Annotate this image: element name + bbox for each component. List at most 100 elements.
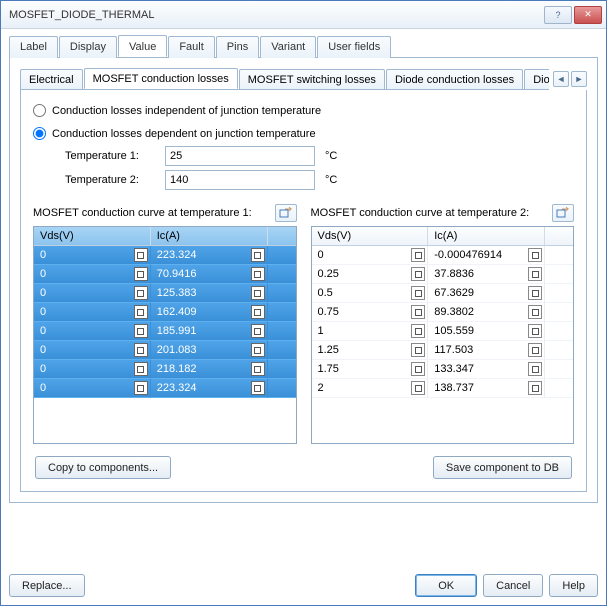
cell-vds[interactable]: 1.75 bbox=[312, 360, 429, 379]
cell-edit-icon[interactable] bbox=[411, 248, 425, 262]
cell-vds[interactable]: 1 bbox=[312, 322, 429, 341]
table-row[interactable]: 0125.383 bbox=[34, 284, 296, 303]
table-row[interactable]: 1105.559 bbox=[312, 322, 574, 341]
cell-ic[interactable]: 89.3802 bbox=[428, 303, 545, 322]
cell-vds[interactable]: 0 bbox=[34, 360, 151, 379]
cancel-button[interactable]: Cancel bbox=[483, 574, 543, 597]
outer-tab-pins[interactable]: Pins bbox=[216, 36, 259, 58]
column-vds[interactable]: Vds(V) bbox=[312, 227, 429, 245]
curve-left-grid[interactable]: Vds(V) Ic(A) 0223.324070.94160125.383016… bbox=[33, 226, 297, 444]
cell-vds[interactable]: 0 bbox=[34, 322, 151, 341]
cell-edit-icon[interactable] bbox=[251, 248, 265, 262]
cell-ic[interactable]: 37.8836 bbox=[428, 265, 545, 284]
cell-ic[interactable]: 70.9416 bbox=[151, 265, 268, 284]
radio-independent[interactable] bbox=[33, 104, 46, 117]
table-row[interactable]: 0223.324 bbox=[34, 379, 296, 398]
save-to-db-button[interactable]: Save component to DB bbox=[433, 456, 572, 479]
table-row[interactable]: 0223.324 bbox=[34, 246, 296, 265]
cell-vds[interactable]: 0 bbox=[34, 379, 151, 398]
inner-tab-diode-conduction-losses[interactable]: Diode conduction losses bbox=[386, 69, 523, 90]
cell-edit-icon[interactable] bbox=[134, 362, 148, 376]
table-row[interactable]: 0218.182 bbox=[34, 360, 296, 379]
temperature1-input[interactable] bbox=[165, 146, 315, 166]
help-button[interactable]: Help bbox=[549, 574, 598, 597]
cell-vds[interactable]: 1.25 bbox=[312, 341, 429, 360]
cell-edit-icon[interactable] bbox=[134, 267, 148, 281]
inner-tab-mosfet-switching-losses[interactable]: MOSFET switching losses bbox=[239, 69, 385, 90]
inner-tab-electrical[interactable]: Electrical bbox=[20, 69, 83, 90]
cell-edit-icon[interactable] bbox=[251, 286, 265, 300]
ok-button[interactable]: OK bbox=[415, 574, 477, 597]
cell-edit-icon[interactable] bbox=[411, 343, 425, 357]
cell-vds[interactable]: 0.5 bbox=[312, 284, 429, 303]
cell-edit-icon[interactable] bbox=[251, 343, 265, 357]
cell-edit-icon[interactable] bbox=[528, 362, 542, 376]
table-row[interactable]: 2138.737 bbox=[312, 379, 574, 398]
cell-vds[interactable]: 0.25 bbox=[312, 265, 429, 284]
cell-edit-icon[interactable] bbox=[411, 286, 425, 300]
cell-ic[interactable]: 138.737 bbox=[428, 379, 545, 398]
cell-vds[interactable]: 0 bbox=[34, 284, 151, 303]
table-row[interactable]: 1.75133.347 bbox=[312, 360, 574, 379]
cell-ic[interactable]: 223.324 bbox=[151, 379, 268, 398]
cell-ic[interactable]: 162.409 bbox=[151, 303, 268, 322]
cell-vds[interactable]: 0 bbox=[34, 265, 151, 284]
cell-edit-icon[interactable] bbox=[411, 362, 425, 376]
cell-edit-icon[interactable] bbox=[134, 286, 148, 300]
outer-tab-label[interactable]: Label bbox=[9, 36, 58, 58]
curve-right-grid[interactable]: Vds(V) Ic(A) 0-0.0004769140.2537.88360.5… bbox=[311, 226, 575, 444]
cell-edit-icon[interactable] bbox=[528, 343, 542, 357]
cell-ic[interactable]: 117.503 bbox=[428, 341, 545, 360]
help-titlebar-icon[interactable]: ? bbox=[544, 6, 572, 24]
table-row[interactable]: 0.7589.3802 bbox=[312, 303, 574, 322]
table-row[interactable]: 0.2537.8836 bbox=[312, 265, 574, 284]
cell-ic[interactable]: 223.324 bbox=[151, 246, 268, 265]
cell-ic[interactable]: 67.3629 bbox=[428, 284, 545, 303]
tab-scroll-left-icon[interactable]: ◄ bbox=[553, 71, 569, 87]
cell-vds[interactable]: 0 bbox=[34, 303, 151, 322]
outer-tab-variant[interactable]: Variant bbox=[260, 36, 316, 58]
tab-scroll-right-icon[interactable]: ► bbox=[571, 71, 587, 87]
cell-edit-icon[interactable] bbox=[528, 381, 542, 395]
cell-edit-icon[interactable] bbox=[251, 305, 265, 319]
table-row[interactable]: 0162.409 bbox=[34, 303, 296, 322]
close-icon[interactable]: ✕ bbox=[574, 6, 602, 24]
cell-edit-icon[interactable] bbox=[251, 362, 265, 376]
cell-edit-icon[interactable] bbox=[134, 324, 148, 338]
cell-edit-icon[interactable] bbox=[134, 305, 148, 319]
column-ic[interactable]: Ic(A) bbox=[151, 227, 268, 245]
cell-edit-icon[interactable] bbox=[251, 381, 265, 395]
outer-tab-fault[interactable]: Fault bbox=[168, 36, 214, 58]
radio-dependent[interactable] bbox=[33, 127, 46, 140]
cell-edit-icon[interactable] bbox=[411, 267, 425, 281]
cell-ic[interactable]: 201.083 bbox=[151, 341, 268, 360]
cell-ic[interactable]: 105.559 bbox=[428, 322, 545, 341]
cell-edit-icon[interactable] bbox=[134, 343, 148, 357]
cell-edit-icon[interactable] bbox=[528, 305, 542, 319]
cell-edit-icon[interactable] bbox=[134, 381, 148, 395]
cell-ic[interactable]: 125.383 bbox=[151, 284, 268, 303]
column-vds[interactable]: Vds(V) bbox=[34, 227, 151, 245]
cell-ic[interactable]: 185.991 bbox=[151, 322, 268, 341]
inner-tab-diode-switchi[interactable]: Diode switchi bbox=[524, 69, 549, 90]
cell-vds[interactable]: 0.75 bbox=[312, 303, 429, 322]
cell-ic[interactable]: -0.000476914 bbox=[428, 246, 545, 265]
cell-edit-icon[interactable] bbox=[411, 305, 425, 319]
cell-ic[interactable]: 218.182 bbox=[151, 360, 268, 379]
outer-tab-value[interactable]: Value bbox=[118, 35, 167, 57]
copy-to-components-button[interactable]: Copy to components... bbox=[35, 456, 171, 479]
outer-tab-user-fields[interactable]: User fields bbox=[317, 36, 391, 58]
cell-vds[interactable]: 0 bbox=[34, 341, 151, 360]
table-row[interactable]: 070.9416 bbox=[34, 265, 296, 284]
cell-vds[interactable]: 2 bbox=[312, 379, 429, 398]
outer-tab-display[interactable]: Display bbox=[59, 36, 117, 58]
cell-edit-icon[interactable] bbox=[134, 248, 148, 262]
cell-edit-icon[interactable] bbox=[251, 324, 265, 338]
replace-button[interactable]: Replace... bbox=[9, 574, 85, 597]
cell-edit-icon[interactable] bbox=[528, 286, 542, 300]
table-row[interactable]: 0185.991 bbox=[34, 322, 296, 341]
cell-edit-icon[interactable] bbox=[411, 324, 425, 338]
table-row[interactable]: 0-0.000476914 bbox=[312, 246, 574, 265]
inner-tab-mosfet-conduction-losses[interactable]: MOSFET conduction losses bbox=[84, 68, 238, 89]
table-row[interactable]: 0.567.3629 bbox=[312, 284, 574, 303]
